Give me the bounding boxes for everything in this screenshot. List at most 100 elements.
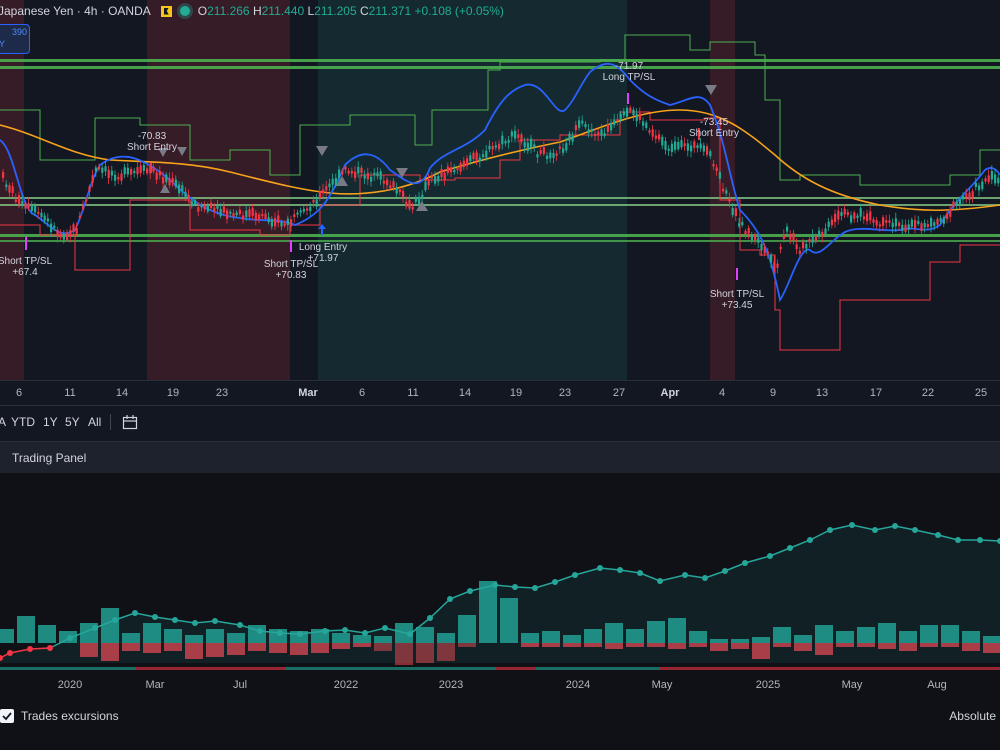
time-axis-label: 19 (509, 387, 523, 399)
candle-body (296, 212, 299, 215)
candle-body (277, 215, 280, 224)
candle-body (94, 167, 97, 172)
candle-body (683, 143, 686, 147)
envelope-line (0, 63, 1000, 303)
equity-point (827, 527, 833, 533)
candle-body (981, 181, 984, 190)
candle-body (53, 225, 56, 228)
candle-body (552, 153, 555, 159)
equity-point (257, 628, 263, 634)
time-axis-label: 9 (769, 387, 777, 399)
period-axis-label: May (651, 679, 673, 691)
time-axis-label: 4 (718, 387, 726, 399)
candle-body (891, 222, 894, 228)
annotation-value: +73.45 (721, 300, 753, 311)
candle-body (88, 186, 91, 192)
candle-body (370, 176, 373, 182)
candle-body (776, 263, 779, 268)
candle-body (261, 214, 264, 217)
candle-body (606, 124, 609, 132)
range-ytd-button[interactable]: YTD (11, 415, 35, 429)
candle-body (475, 152, 478, 162)
candle-body (373, 172, 376, 175)
checkbox[interactable] (0, 709, 14, 723)
candle-body (283, 223, 286, 226)
candle-body (539, 150, 542, 154)
candle-body (686, 143, 689, 151)
candle-body (168, 178, 171, 186)
candle-body (718, 172, 721, 179)
candle-body (558, 146, 561, 149)
value-mode-selector[interactable]: Absolute (949, 709, 996, 723)
candle-body (731, 207, 734, 216)
flag-icon[interactable] (160, 5, 172, 17)
equity-point (297, 631, 303, 637)
candle-body (818, 230, 821, 237)
candle-body (459, 162, 462, 172)
candle-body (565, 143, 568, 151)
candle-body (907, 224, 910, 230)
candle-body (866, 213, 869, 222)
period-axis-label: Mar (145, 679, 165, 691)
candle-body (139, 165, 142, 174)
candle-body (203, 205, 206, 210)
candle-body (674, 141, 677, 150)
candle-body (354, 171, 357, 179)
candle-body (901, 224, 904, 232)
candle-body (926, 224, 929, 227)
time-axis-label: Apr (660, 387, 680, 399)
candle-body (430, 175, 433, 179)
candle-body (248, 209, 251, 217)
panel-title[interactable]: Trading Panel (12, 451, 86, 465)
candle-body (642, 121, 645, 126)
candle-body (802, 242, 805, 249)
time-axis-label: 13 (815, 387, 829, 399)
equity-point (342, 627, 348, 633)
trading-panel-body (0, 473, 1000, 750)
candle-body (661, 136, 664, 146)
candle-body (930, 217, 933, 227)
range-button[interactable]: A (0, 415, 6, 429)
symbol-name[interactable]: Japanese Yen · 4h · OANDA (0, 4, 151, 18)
range-5y-button[interactable]: 5Y (65, 415, 80, 429)
candle-body (507, 139, 510, 143)
candle-body (651, 129, 654, 137)
range-all-button[interactable]: All (88, 415, 101, 429)
equity-point (787, 545, 793, 551)
candle-body (232, 213, 235, 217)
candle-body (146, 168, 149, 174)
indicator-badge[interactable]: 390 Y (0, 24, 30, 54)
candle-body (245, 210, 248, 218)
equity-point (512, 584, 518, 590)
candle-body (747, 228, 750, 234)
candle-body (72, 224, 75, 233)
candle-body (987, 175, 990, 183)
equity-point (682, 572, 688, 578)
candle-body (949, 209, 952, 217)
candle-body (491, 146, 494, 150)
candle-body (238, 209, 241, 215)
candle-body (997, 177, 1000, 184)
candle-body (117, 176, 120, 180)
candle-body (840, 212, 843, 216)
candle-body (312, 199, 315, 203)
candle-body (837, 210, 840, 220)
candle-body (107, 169, 110, 179)
time-axis[interactable]: 6 11 14 19 23 Mar 6 11 14 19 23 27 Apr 4… (0, 380, 1000, 405)
price-chart[interactable]: Japanese Yen · 4h · OANDA O 211.266 H 211.… (0, 0, 1000, 405)
candle-body (786, 226, 789, 232)
calendar-icon[interactable] (122, 414, 138, 430)
candle-body (933, 222, 936, 226)
candle-body (114, 174, 117, 181)
candle-body (190, 201, 193, 207)
candle-body (395, 187, 398, 194)
candle-body (958, 198, 961, 205)
range-1y-button[interactable]: 1Y (43, 415, 58, 429)
time-axis-label: 6 (15, 387, 23, 399)
equity-point (92, 625, 98, 631)
candle-body (229, 211, 232, 214)
candle-body (600, 129, 603, 136)
trades-excursions-toggle[interactable]: Trades excursions (0, 706, 119, 726)
annotation-short-tpsl-1: Short TP/SL +67.4 (0, 256, 60, 278)
candle-body (206, 204, 209, 212)
